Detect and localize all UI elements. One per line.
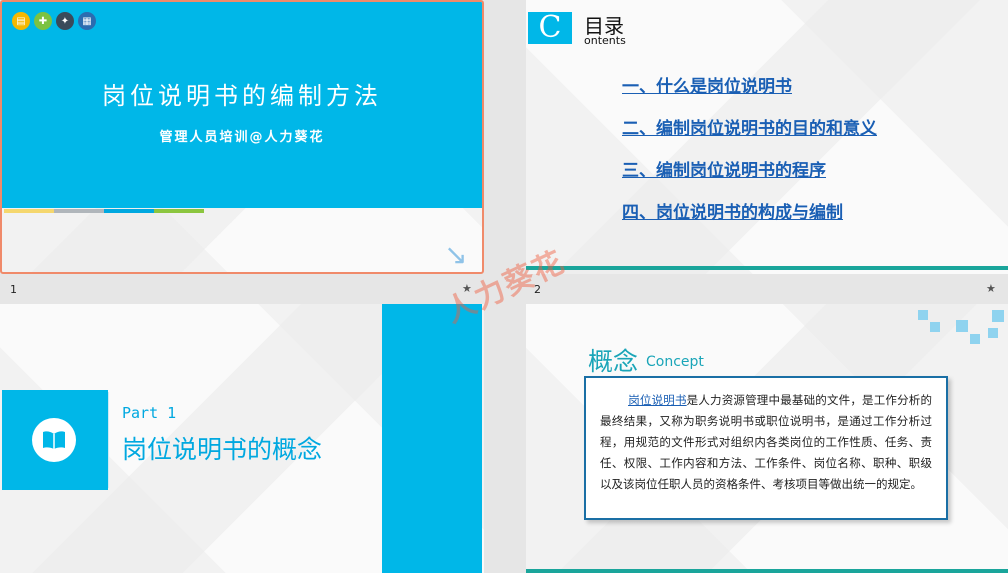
decor-square <box>988 328 998 338</box>
toc-link[interactable]: 三、编制岗位说明书的程序 <box>622 156 877 181</box>
slide-thumbnail-1[interactable]: ▤ ✚ ✦ ▦ 岗位说明书的编制方法 管理人员培训@人力葵花 ↘ <box>0 0 484 274</box>
book-icon: ▤ <box>12 12 30 30</box>
star-icon[interactable]: ★ <box>986 282 996 295</box>
toc-subtitle: ontents <box>584 34 626 47</box>
toc-link[interactable]: 一、什么是岗位说明书 <box>622 72 877 97</box>
toc-letter: C <box>528 12 572 44</box>
part-label: Part 1 <box>122 404 177 422</box>
slide-thumbnail-3[interactable]: Part 1 岗位说明书的概念 <box>0 304 484 573</box>
bottom-rule <box>526 266 1008 270</box>
slide-subtitle: 管理人员培训@人力葵花 <box>159 130 325 145</box>
accent-stripe <box>382 304 482 573</box>
header-icons: ▤ ✚ ✦ ▦ <box>12 12 96 30</box>
bottom-rule <box>526 569 1008 573</box>
concept-title: 概念 <box>588 347 639 376</box>
arrow-down-right-icon: ↘ <box>444 238 468 271</box>
decor-square <box>992 310 1004 322</box>
decor-square <box>956 320 968 332</box>
calendar-icon: ▦ <box>78 12 96 30</box>
section-title: 岗位说明书的概念 <box>122 435 323 464</box>
concept-title-en: Concept <box>646 354 704 370</box>
slide-thumbnail-4[interactable]: 概念 Concept 岗位说明书是人力资源管理中最基础的文件，是工作分析的最终结… <box>526 304 1008 573</box>
open-book-icon <box>32 418 76 462</box>
decor-square <box>918 310 928 320</box>
decor-square <box>930 322 940 332</box>
toc-link[interactable]: 二、编制岗位说明书的目的和意义 <box>622 114 877 139</box>
color-bars <box>4 209 204 213</box>
concept-textbox: 岗位说明书是人力资源管理中最基础的文件，是工作分析的最终结果，又称为职务说明书或… <box>584 376 948 520</box>
divider <box>108 392 109 488</box>
concept-body: 是人力资源管理中最基础的文件，是工作分析的最终结果，又称为职务说明书或职位说明书… <box>600 393 932 491</box>
toc-link[interactable]: 四、岗位说明书的构成与编制 <box>622 198 877 223</box>
decor-square <box>970 334 980 344</box>
slide-title: 岗位说明书的编制方法 <box>102 82 382 110</box>
toc-list: 一、什么是岗位说明书 二、编制岗位说明书的目的和意义 三、编制岗位说明书的程序 … <box>622 72 877 240</box>
puzzle-icon: ✚ <box>34 12 52 30</box>
slide-thumbnail-2[interactable]: C 目录 ontents 一、什么是岗位说明书 二、编制岗位说明书的目的和意义 … <box>526 0 1008 274</box>
lightbulb-icon: ✦ <box>56 12 74 30</box>
keyword-link[interactable]: 岗位说明书 <box>628 393 687 407</box>
slide-number-1: 1 <box>10 283 17 296</box>
